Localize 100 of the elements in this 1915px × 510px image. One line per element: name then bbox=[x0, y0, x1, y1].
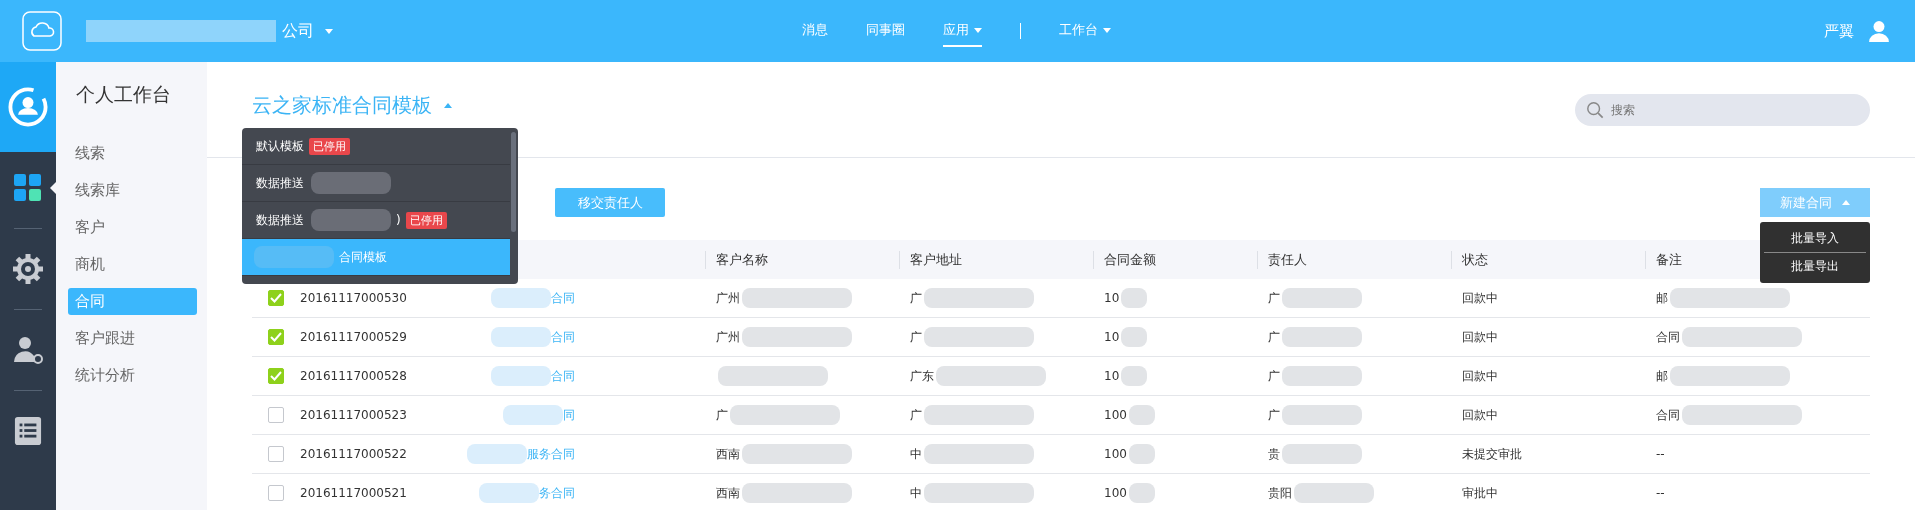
caret-icon bbox=[1102, 27, 1111, 33]
table-cell: 中 bbox=[910, 484, 922, 502]
menu-item[interactable]: 数据推送 bbox=[256, 174, 304, 192]
new-contract-button[interactable]: 新建合同 bbox=[1760, 188, 1870, 217]
row-checkbox[interactable] bbox=[268, 485, 284, 501]
search-icon bbox=[1586, 100, 1604, 119]
table-cell: 广 bbox=[1268, 406, 1280, 424]
table-cell: 审批中 bbox=[1462, 484, 1498, 502]
row-checkbox[interactable] bbox=[268, 407, 284, 423]
nav-tab[interactable]: 消息 bbox=[801, 15, 828, 47]
redacted-block bbox=[491, 366, 551, 386]
row-checkbox[interactable] bbox=[268, 329, 284, 345]
table-cell: 20161117000521 bbox=[300, 486, 407, 500]
table-cell: 10 bbox=[1104, 291, 1120, 305]
user-settings-icon[interactable] bbox=[12, 334, 44, 366]
table-cell: 邮 bbox=[1656, 289, 1668, 307]
settings-icon[interactable] bbox=[12, 253, 44, 285]
sidebar-item[interactable]: 客户 bbox=[68, 214, 197, 241]
table-cell: 广 bbox=[910, 406, 922, 424]
redacted-block bbox=[491, 288, 551, 308]
sidebar-item[interactable]: 线索库 bbox=[68, 177, 197, 204]
table-cell: 20161117000529 bbox=[300, 330, 407, 344]
table-cell: 广 bbox=[910, 328, 922, 346]
table-cell: 10 bbox=[1104, 330, 1120, 344]
contract-link[interactable]: 服务合同 bbox=[527, 445, 575, 463]
menu-item[interactable]: 数据推送 bbox=[256, 211, 304, 229]
table-cell: 邮 bbox=[1656, 367, 1668, 385]
row-checkbox[interactable] bbox=[268, 368, 284, 384]
grid-icon[interactable] bbox=[13, 173, 43, 203]
table-cell: 20161117000523 bbox=[300, 408, 407, 422]
column-header: 状态 bbox=[1451, 250, 1645, 269]
table-cell: 回款中 bbox=[1462, 406, 1498, 424]
caret-icon bbox=[1842, 200, 1850, 205]
caret-icon bbox=[973, 27, 982, 33]
table-cell: -- bbox=[1656, 447, 1665, 461]
table-cell: 广州 bbox=[716, 289, 740, 307]
table-cell: 合同 bbox=[1656, 328, 1680, 346]
transfer-owner-button[interactable]: 移交责任人 bbox=[555, 188, 665, 217]
redacted-block bbox=[1128, 483, 1155, 503]
caret-icon bbox=[444, 103, 452, 108]
row-checkbox[interactable] bbox=[268, 446, 284, 462]
table-cell: 20161117000530 bbox=[300, 291, 407, 305]
table-cell: 广 bbox=[1268, 328, 1280, 346]
table-cell: 100 bbox=[1104, 486, 1127, 500]
table-cell: 贵 bbox=[1268, 445, 1280, 463]
row-checkbox[interactable] bbox=[268, 290, 284, 306]
redacted-block bbox=[503, 405, 563, 425]
contract-link[interactable]: 合同 bbox=[551, 367, 575, 385]
table-cell: 合同 bbox=[1656, 406, 1680, 424]
sidebar-item[interactable]: 商机 bbox=[68, 251, 197, 278]
table-cell: 广 bbox=[1268, 289, 1280, 307]
table-cell: 广 bbox=[1268, 367, 1280, 385]
search-field[interactable]: 搜索 bbox=[1575, 93, 1870, 126]
contract-link[interactable]: 合同 bbox=[551, 328, 575, 346]
company-name[interactable]: 公司 bbox=[282, 20, 314, 42]
table-cell: 贵阳 bbox=[1268, 484, 1292, 502]
table-cell: 回款中 bbox=[1462, 328, 1498, 346]
redacted-block bbox=[1121, 288, 1148, 308]
sidebar-item[interactable]: 合同 bbox=[68, 288, 197, 315]
nav-tab[interactable]: 同事圈 bbox=[865, 15, 905, 47]
table-cell: 10 bbox=[1104, 369, 1120, 383]
nav-tab[interactable]: 工作台 bbox=[1058, 15, 1111, 47]
contract-link[interactable]: 合同 bbox=[551, 289, 575, 307]
redacted-block bbox=[1121, 327, 1148, 347]
user-name[interactable]: 严翼 bbox=[1824, 21, 1854, 41]
nav-tab[interactable]: 应用 bbox=[942, 15, 982, 47]
column-header: 合同金额 bbox=[1093, 250, 1257, 269]
list-icon[interactable] bbox=[14, 416, 42, 446]
menu-item[interactable]: 批量导入 bbox=[1764, 225, 1866, 252]
sidebar-item[interactable]: 线索 bbox=[68, 140, 197, 167]
table-cell: 广 bbox=[716, 406, 728, 424]
menu-item[interactable]: 默认模板 bbox=[256, 137, 304, 155]
redacted-block bbox=[479, 483, 539, 503]
redacted-block bbox=[1128, 405, 1155, 425]
column-header: 客户名称 bbox=[705, 250, 899, 269]
menu-item-suffix: ) bbox=[396, 213, 401, 227]
table-cell: 回款中 bbox=[1462, 289, 1498, 307]
sidebar-item[interactable]: 客户跟进 bbox=[68, 325, 197, 352]
caret-icon bbox=[325, 28, 333, 34]
template-title[interactable]: 云之家标准合同模板 bbox=[252, 92, 432, 119]
disabled-badge: 已停用 bbox=[405, 211, 447, 229]
contract-link[interactable]: 同 bbox=[563, 406, 575, 424]
user-avatar-icon[interactable] bbox=[1868, 20, 1890, 42]
table-cell: -- bbox=[1656, 486, 1665, 500]
contact-logo-icon[interactable] bbox=[6, 85, 50, 129]
redacted-block bbox=[1128, 444, 1155, 464]
menu-item[interactable]: 合同模板 bbox=[339, 248, 387, 266]
table-cell: 中 bbox=[910, 445, 922, 463]
column-header: 客户地址 bbox=[899, 250, 1093, 269]
contract-link[interactable]: 务合同 bbox=[539, 484, 575, 502]
sidebar-title: 个人工作台 bbox=[75, 82, 172, 107]
disabled-badge: 已停用 bbox=[309, 137, 350, 155]
table-cell: 西南 bbox=[716, 445, 740, 463]
table-cell: 20161117000528 bbox=[300, 369, 407, 383]
redacted-block bbox=[1121, 366, 1148, 386]
sidebar-item[interactable]: 统计分析 bbox=[68, 362, 197, 389]
table-cell: 回款中 bbox=[1462, 367, 1498, 385]
column-header: 责任人 bbox=[1257, 250, 1451, 269]
menu-item[interactable]: 批量导出 bbox=[1764, 253, 1866, 280]
cloud-logo-icon[interactable] bbox=[22, 11, 62, 51]
